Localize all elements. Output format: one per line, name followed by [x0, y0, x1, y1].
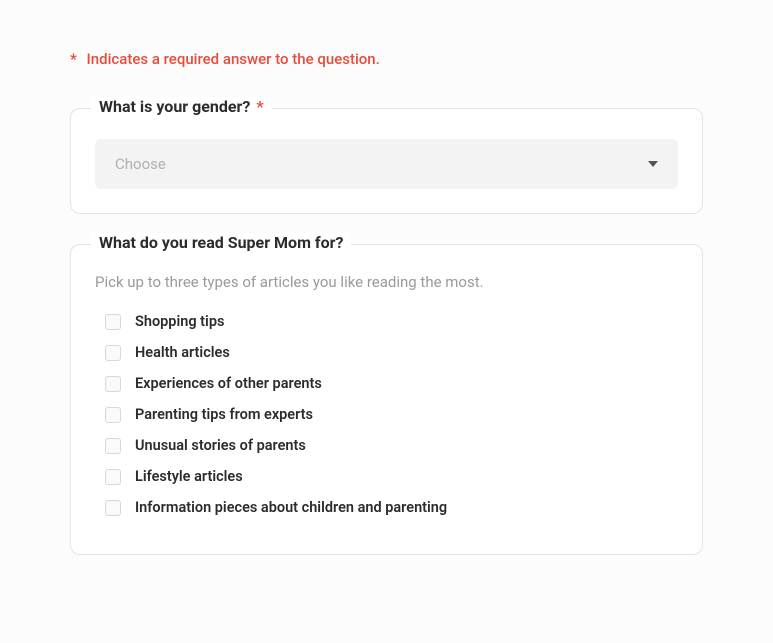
question-read-for-legend-text: What do you read Super Mom for? — [99, 233, 343, 252]
checkbox-item-health-articles[interactable]: Health articles — [105, 344, 678, 361]
required-marker: * — [256, 97, 263, 116]
caret-down-icon — [648, 161, 658, 167]
question-gender: What is your gender? * Choose — [70, 108, 703, 214]
checkbox-item-lifestyle[interactable]: Lifestyle articles — [105, 468, 678, 485]
checkbox-label: Lifestyle articles — [135, 468, 243, 485]
checkbox-label: Information pieces about children and pa… — [135, 499, 447, 516]
checkbox-label: Health articles — [135, 344, 230, 361]
question-gender-legend: What is your gender? * — [91, 97, 272, 116]
checkbox-icon — [105, 438, 121, 454]
required-asterisk: * — [70, 50, 77, 68]
checkbox-label: Unusual stories of parents — [135, 437, 306, 454]
checkbox-icon — [105, 376, 121, 392]
checkbox-icon — [105, 314, 121, 330]
question-read-for-helper: Pick up to three types of articles you l… — [95, 273, 678, 291]
required-note-text: Indicates a required answer to the quest… — [87, 50, 380, 68]
required-indicator-note: * Indicates a required answer to the que… — [70, 50, 703, 68]
question-read-for-legend: What do you read Super Mom for? — [91, 233, 351, 252]
checkbox-label: Experiences of other parents — [135, 375, 322, 392]
question-read-for: What do you read Super Mom for? Pick up … — [70, 244, 703, 555]
checkbox-item-parenting-tips[interactable]: Parenting tips from experts — [105, 406, 678, 423]
checkbox-item-shopping-tips[interactable]: Shopping tips — [105, 313, 678, 330]
checkbox-item-experiences[interactable]: Experiences of other parents — [105, 375, 678, 392]
gender-select-placeholder: Choose — [115, 155, 166, 173]
checkbox-item-unusual-stories[interactable]: Unusual stories of parents — [105, 437, 678, 454]
gender-select[interactable]: Choose — [95, 139, 678, 189]
checkbox-label: Shopping tips — [135, 313, 224, 330]
checkbox-icon — [105, 469, 121, 485]
checkbox-icon — [105, 407, 121, 423]
checkbox-icon — [105, 345, 121, 361]
checkbox-item-information-pieces[interactable]: Information pieces about children and pa… — [105, 499, 678, 516]
checkbox-icon — [105, 500, 121, 516]
question-gender-legend-text: What is your gender? — [99, 97, 250, 116]
checkbox-label: Parenting tips from experts — [135, 406, 313, 423]
checkbox-list: Shopping tips Health articles Experience… — [95, 313, 678, 516]
